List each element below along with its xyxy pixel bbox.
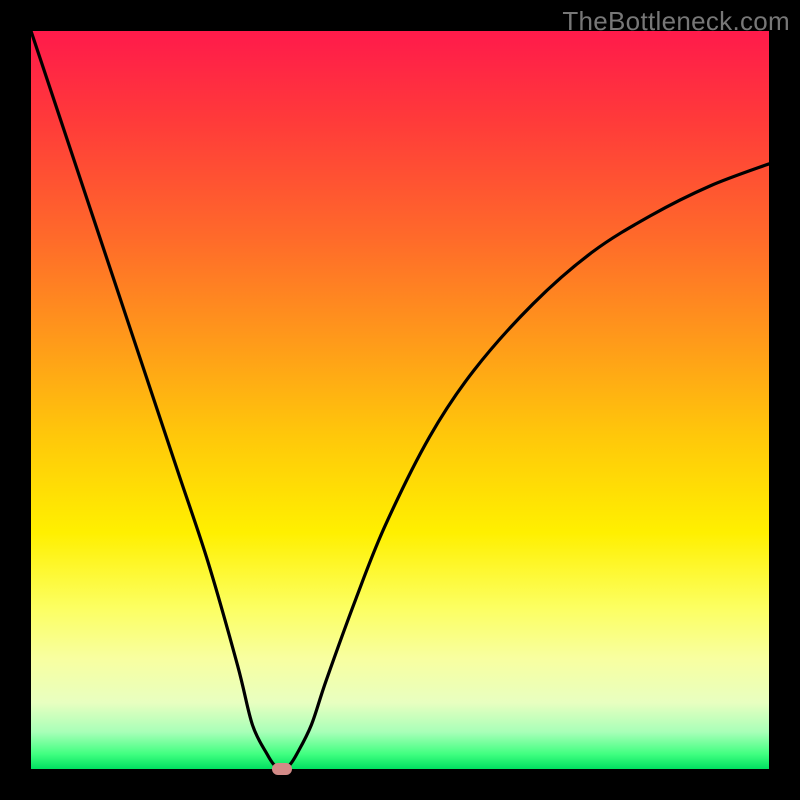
- plot-area: [31, 31, 769, 769]
- watermark-text: TheBottleneck.com: [562, 6, 790, 37]
- bottleneck-curve: [31, 31, 769, 769]
- minimum-marker: [272, 763, 292, 775]
- chart-frame: TheBottleneck.com: [0, 0, 800, 800]
- curve-path: [31, 31, 769, 769]
